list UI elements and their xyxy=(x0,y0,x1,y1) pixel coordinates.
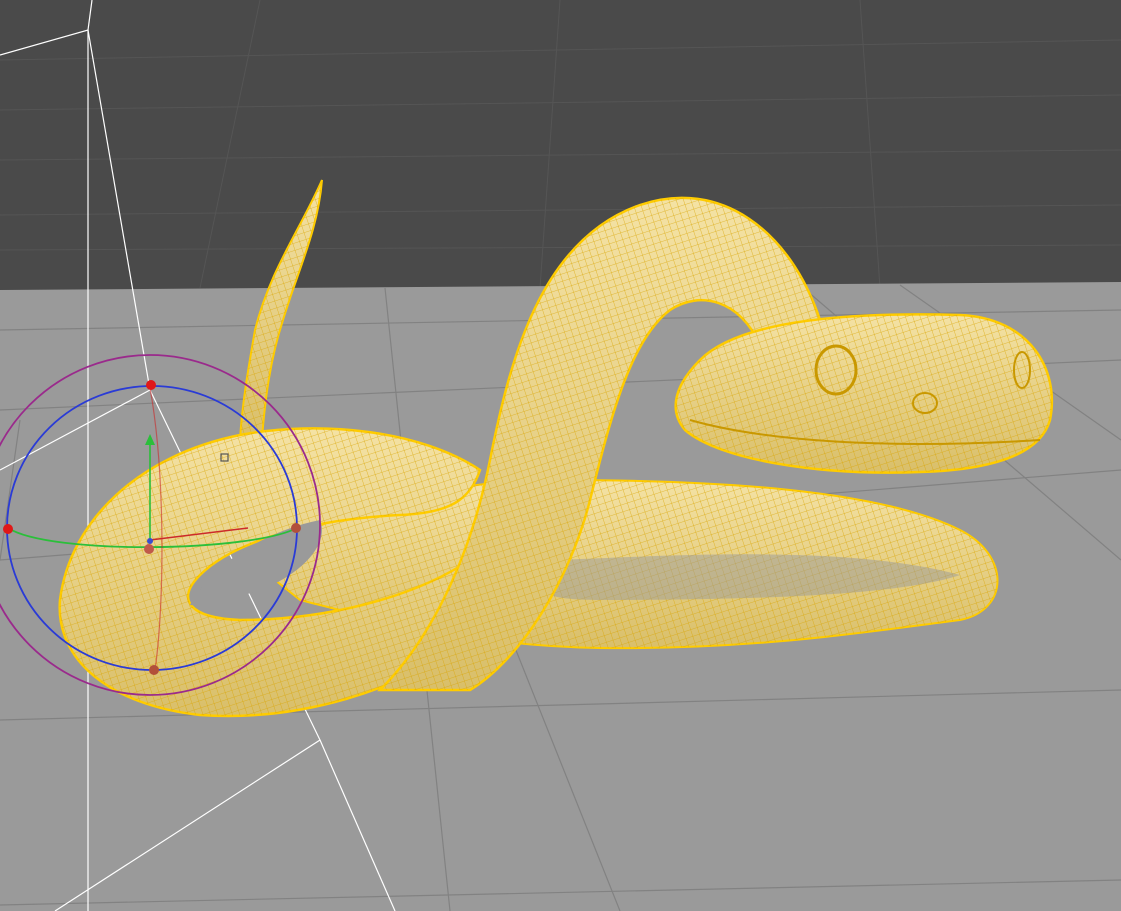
gizmo-handle-right[interactable] xyxy=(291,523,301,533)
gizmo-handle-top[interactable] xyxy=(146,380,156,390)
3d-viewport[interactable] xyxy=(0,0,1121,911)
gizmo-center[interactable] xyxy=(144,544,154,554)
gizmo-pivot xyxy=(147,538,153,544)
viewport-canvas[interactable] xyxy=(0,0,1121,911)
gizmo-handle-left[interactable] xyxy=(3,524,13,534)
gizmo-handle-bottom[interactable] xyxy=(149,665,159,675)
